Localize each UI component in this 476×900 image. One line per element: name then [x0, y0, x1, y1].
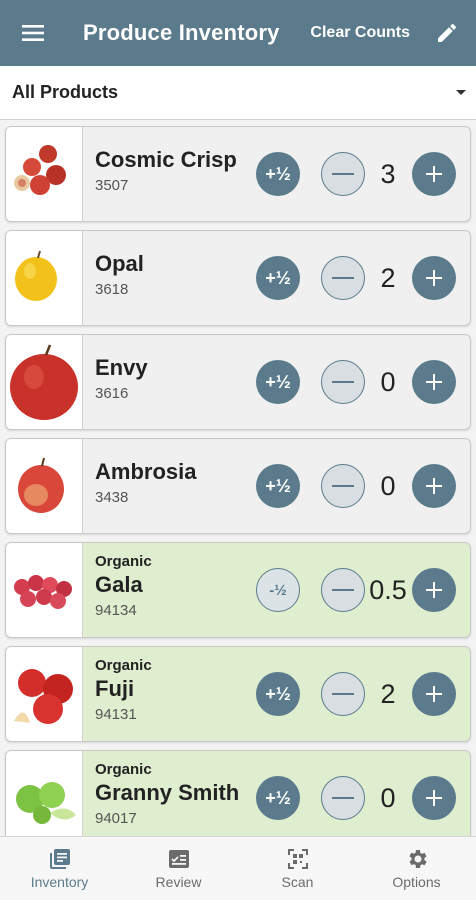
page-title: Produce Inventory — [83, 20, 280, 45]
plus-icon — [426, 686, 442, 702]
product-list[interactable]: Cosmic Crisp 3507 +½ 3 Opal 3618 +½ 2 En… — [0, 120, 476, 836]
minus-icon — [332, 277, 354, 279]
product-card-envy[interactable]: Envy 3616 +½ 0 — [5, 334, 471, 430]
plus-icon — [426, 270, 442, 286]
product-plu: 94134 — [95, 602, 137, 619]
count-value: 0 — [380, 782, 396, 813]
minus-icon — [332, 589, 354, 591]
product-name: Ambrosia — [95, 459, 197, 484]
minus-icon — [332, 797, 354, 799]
nav-options[interactable]: Options — [357, 837, 476, 900]
product-name: Fuji — [95, 676, 135, 701]
nav-scan[interactable]: Scan — [238, 837, 357, 900]
add-half-button[interactable]: +½ — [256, 776, 300, 820]
nav-label: Scan — [281, 874, 314, 890]
product-card-organic-granny-smith[interactable]: Organic Granny Smith 94017 +½ 0 — [5, 750, 471, 836]
organic-tag: Organic — [95, 657, 152, 674]
decrement-button[interactable] — [321, 464, 365, 508]
gear-icon — [408, 850, 427, 868]
product-card-cosmic-crisp[interactable]: Cosmic Crisp 3507 +½ 3 — [5, 126, 471, 222]
product-card-opal[interactable]: Opal 3618 +½ 2 — [5, 230, 471, 326]
dropdown-caret-icon — [456, 90, 466, 95]
minus-icon — [332, 173, 354, 175]
product-name: Cosmic Crisp — [95, 147, 237, 172]
plus-icon — [426, 166, 442, 182]
increment-button[interactable] — [412, 152, 456, 196]
add-half-button[interactable]: +½ — [256, 256, 300, 300]
product-image-fuji — [6, 647, 83, 741]
increment-button[interactable] — [412, 672, 456, 716]
product-image-gala — [6, 543, 83, 637]
edit-button[interactable] — [432, 18, 462, 48]
product-plu: 94017 — [95, 810, 137, 827]
organic-tag: Organic — [95, 761, 152, 778]
count-value: 0 — [380, 470, 396, 501]
add-half-button[interactable]: +½ — [256, 152, 300, 196]
nav-review[interactable]: Review — [119, 837, 238, 900]
app-bar: Produce Inventory Clear Counts — [0, 0, 476, 66]
nav-label: Review — [155, 874, 202, 890]
product-card-organic-gala[interactable]: Organic Gala 94134 -½ 0.5 — [5, 542, 471, 638]
minus-icon — [332, 693, 354, 695]
add-half-button[interactable]: +½ — [256, 672, 300, 716]
plus-icon — [426, 478, 442, 494]
product-image-cosmic-crisp — [6, 127, 83, 221]
count-value: 2 — [380, 678, 396, 709]
product-image-opal — [6, 231, 83, 325]
clear-counts-button[interactable]: Clear Counts — [310, 24, 410, 42]
product-name: Gala — [95, 572, 143, 597]
decrement-button[interactable] — [321, 256, 365, 300]
review-icon — [168, 850, 189, 868]
pencil-icon — [438, 24, 456, 42]
plus-icon — [426, 790, 442, 806]
decrement-button[interactable] — [321, 672, 365, 716]
count-value: 0.5 — [369, 574, 407, 605]
product-card-organic-fuji[interactable]: Organic Fuji 94131 +½ 2 — [5, 646, 471, 742]
product-image-envy — [6, 335, 83, 429]
count-value: 0 — [380, 366, 396, 397]
count-value: 2 — [380, 262, 396, 293]
minus-icon — [332, 485, 354, 487]
nav-label: Inventory — [30, 874, 89, 890]
product-name: Envy — [95, 355, 148, 380]
plus-icon — [426, 374, 442, 390]
increment-button[interactable] — [412, 464, 456, 508]
product-plu: 3616 — [95, 385, 129, 402]
subtract-half-button[interactable]: -½ — [256, 568, 300, 612]
nav-inventory[interactable]: Inventory — [0, 837, 119, 900]
product-image-granny-smith — [6, 751, 83, 836]
hamburger-menu-icon — [22, 25, 44, 41]
product-plu: 3507 — [95, 177, 129, 194]
add-half-button[interactable]: +½ — [256, 464, 300, 508]
bottom-navigation: Inventory Review Scan Options — [0, 836, 476, 900]
count-value: 3 — [380, 158, 396, 189]
product-card-ambrosia[interactable]: Ambrosia 3438 +½ 0 — [5, 438, 471, 534]
increment-button[interactable] — [412, 776, 456, 820]
decrement-button[interactable] — [321, 152, 365, 196]
qr-scan-icon — [287, 849, 308, 869]
decrement-button[interactable] — [321, 360, 365, 404]
product-image-ambrosia — [6, 439, 83, 533]
organic-tag: Organic — [95, 553, 152, 570]
product-plu: 94131 — [95, 706, 137, 723]
product-plu: 3438 — [95, 489, 129, 506]
product-name: Opal — [95, 251, 144, 276]
category-filter-dropdown[interactable]: All Products — [0, 66, 476, 120]
nav-label: Options — [392, 874, 441, 890]
decrement-button[interactable] — [321, 568, 365, 612]
increment-button[interactable] — [412, 360, 456, 404]
increment-button[interactable] — [412, 256, 456, 300]
product-plu: 3618 — [95, 281, 129, 298]
minus-icon — [332, 381, 354, 383]
add-half-button[interactable]: +½ — [256, 360, 300, 404]
product-name: Granny Smith — [95, 780, 240, 805]
decrement-button[interactable] — [321, 776, 365, 820]
plus-icon — [426, 582, 442, 598]
filter-selected-value: All Products — [12, 82, 119, 102]
increment-button[interactable] — [412, 568, 456, 612]
inventory-icon — [49, 849, 70, 869]
menu-button[interactable] — [0, 0, 66, 66]
